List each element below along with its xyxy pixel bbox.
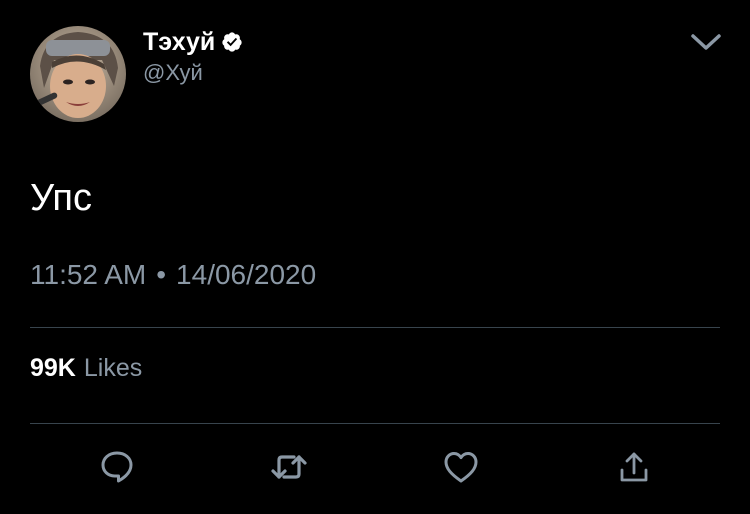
tweet-time: 11:52 AM [30,259,147,290]
retweet-button[interactable] [269,447,309,487]
likes-label: Likes [83,354,143,382]
author-name-row[interactable]: Тэхуй [143,27,243,57]
verified-badge-icon [222,32,242,52]
author-display-name[interactable]: Тэхуй [143,27,215,57]
divider [30,423,720,424]
share-icon [620,452,648,482]
avatar-photo [30,26,126,122]
heart-icon [444,452,478,483]
avatar[interactable] [30,26,126,122]
divider [30,327,720,328]
retweet-icon [271,455,307,479]
more-options-button[interactable] [688,30,724,54]
tweet-text: Упс [30,177,93,219]
meta-separator: • [156,259,167,290]
likes-count: 99K [30,354,76,382]
tweet-date: 14/06/2020 [176,259,317,290]
author-handle[interactable]: @Хуй [143,60,203,86]
tweet-timestamp[interactable]: 11:52 AM • 14/06/2020 [30,257,316,293]
reply-icon [101,451,133,483]
reply-button[interactable] [97,447,137,487]
share-button[interactable] [614,447,654,487]
likes-stat[interactable]: 99K Likes [30,353,142,383]
like-button[interactable] [441,447,481,487]
chevron-down-icon [691,34,721,50]
